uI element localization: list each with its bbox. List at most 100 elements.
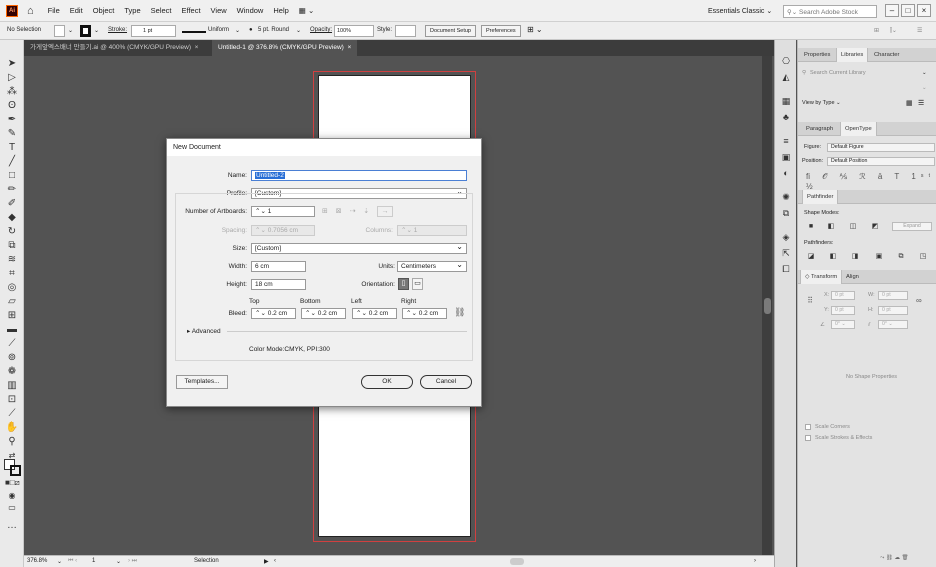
bleed-link-icon[interactable]: ⛓ [454,307,465,318]
eyedropper-tool-icon[interactable]: ⟋ [5,338,19,350]
gradient-tool-icon[interactable]: ▬ [5,324,19,336]
library-filter-dropdown-icon[interactable]: ⌄ [922,85,927,91]
menu-help[interactable]: Help [273,6,288,15]
stroke-dropdown-icon[interactable]: ⌄ [94,27,99,34]
graphic-styles-icon[interactable]: ⧉ [780,208,792,218]
menu-window[interactable]: Window [237,6,264,15]
swatches-icon[interactable]: ▦ [780,96,792,106]
height-input[interactable]: 18 cm [251,279,306,290]
stroke-weight-field[interactable]: 1 pt [131,25,176,37]
zoom-level[interactable]: 376.8% [27,558,47,564]
appearance-icon[interactable]: ✺ [780,192,792,202]
tab-opentype[interactable]: OpenType [840,122,877,136]
stroke-color-swatch[interactable] [10,465,21,476]
shape-builder-tool-icon[interactable]: ◎ [5,282,19,294]
shear-angle-field[interactable]: 0° ⌄ [878,320,908,329]
bleed-right-input[interactable]: ⌃⌄ 0.2 cm [402,308,447,319]
scale-strokes-checkbox[interactable] [805,435,811,441]
artboard-number[interactable]: 1 [92,558,95,564]
landscape-orientation-button[interactable]: ▭ [412,278,423,290]
w-field[interactable]: 0 pt [878,291,908,300]
brush-dropdown-icon[interactable]: ⌄ [296,27,301,34]
templates-button[interactable]: Templates... [176,375,228,389]
artboard-dropdown-icon[interactable]: ⌄ [116,558,121,565]
menu-type[interactable]: Type [124,6,140,15]
layers-icon[interactable]: ◈ [780,232,792,242]
column-graph-tool-icon[interactable]: ▥ [5,380,19,392]
perspective-grid-tool-icon[interactable]: ▱ [5,296,19,308]
library-search-input[interactable]: Search Current Library [810,70,866,76]
menu-view[interactable]: View [211,6,227,15]
transparency-icon[interactable]: ◐ [780,168,792,178]
brush-definition-label[interactable]: 5 pt. Round [258,27,289,33]
list-view-icon[interactable]: ☰ [918,99,924,107]
scroll-right-icon[interactable]: › [754,558,756,564]
paintbrush-tool-icon[interactable]: ✏ [5,184,19,196]
direct-selection-tool-icon[interactable]: ▷ [5,72,19,84]
width-input[interactable]: 6 cm [251,261,306,272]
libraries-icon[interactable]: ⎔ [780,56,792,66]
reference-point-icon[interactable]: ⠿ [805,296,815,305]
opacity-field[interactable]: 100% [334,25,374,37]
magic-wand-tool-icon[interactable]: ⁂ [5,86,19,98]
bleed-bottom-input[interactable]: ⌃⌄ 0.2 cm [301,308,346,319]
close-button[interactable]: × [917,4,931,17]
cancel-button[interactable]: Cancel [420,375,472,389]
columns-input[interactable]: ⌃⌄ 1 [397,225,467,236]
panel-footer-icons[interactable]: ⤳ ⛓ ☁ 🗑 [880,555,908,562]
stock-search-input[interactable]: ⚲⌄ Search Adobe Stock [783,5,877,18]
y-field[interactable]: 0 pt [831,306,855,315]
x-field[interactable]: 0 pt [831,291,855,300]
tab-pathfinder[interactable]: Pathfinder [802,190,839,204]
arrange-icon[interactable]: ⊞ [874,27,879,34]
minimize-button[interactable]: – [885,4,899,17]
menu-effect[interactable]: Effect [182,6,201,15]
artboards-icon[interactable]: ⇱ [780,248,792,258]
zoom-tool-icon[interactable]: ⚲ [5,436,19,448]
slice-tool-icon[interactable]: ⟋ [5,408,19,420]
trim-icon[interactable]: ◧ [828,252,838,261]
style-dropdown[interactable] [395,25,416,37]
view-by-dropdown[interactable]: View by Type ⌄ [802,100,841,106]
home-icon[interactable]: ⌂ [27,5,34,17]
artboard-layout-icons[interactable]: ⊞ ⊠ ⇢ ⇣ [322,207,372,215]
position-dropdown[interactable]: Default Position [827,157,935,166]
tab-libraries[interactable]: Libraries [836,48,869,62]
maximize-button[interactable]: □ [901,4,915,17]
edit-toolbar-icon[interactable]: … [5,520,19,532]
stroke-icon[interactable]: ≡ [780,136,792,146]
color-mode-icons[interactable]: ■□⧄ [5,477,20,489]
ok-button[interactable]: OK [361,375,413,389]
shaper-tool-icon[interactable]: ✐ [5,198,19,210]
intersect-icon[interactable]: ◫ [848,222,858,231]
outline-icon[interactable]: ⧉ [896,252,906,261]
lasso-tool-icon[interactable]: ʘ [5,100,19,112]
panel-toggle-icon[interactable]: ⫿⌄ [890,27,897,35]
menu-object[interactable]: Object [93,6,115,15]
opacity-label[interactable]: Opacity: [310,27,332,33]
curvature-tool-icon[interactable]: ✎ [5,128,19,140]
artboard-direction-icon[interactable]: → [377,206,393,217]
hand-tool-icon[interactable]: ✋ [5,422,19,434]
advanced-toggle[interactable]: ▸ Advanced [187,327,221,335]
first-artboard-icon[interactable]: ⏮ ‹ [68,558,77,565]
workspace-switcher[interactable]: Essentials Classic ⌄ [708,7,772,15]
free-transform-tool-icon[interactable]: ⌗ [5,268,19,280]
stroke-label[interactable]: Stroke: [108,27,127,33]
vertical-scroll-thumb[interactable] [764,298,771,314]
tab-paragraph[interactable]: Paragraph [802,122,837,136]
asset-export-icon[interactable]: ⧠ [780,264,792,274]
units-dropdown[interactable]: Centimeters [397,260,467,272]
menu-icon[interactable]: ☰ [917,27,922,34]
minus-back-icon[interactable]: ◳ [918,252,928,261]
horizontal-scroll-thumb[interactable] [510,558,524,565]
menu-edit[interactable]: Edit [70,6,83,15]
stroke-profile-label[interactable]: Uniform [208,27,229,33]
unite-icon[interactable]: ■ [806,222,816,231]
merge-icon[interactable]: ◨ [850,252,860,261]
scale-tool-icon[interactable]: ⧉ [5,240,19,252]
tab-align[interactable]: Align [842,270,863,284]
blend-tool-icon[interactable]: ⊚ [5,352,19,364]
preferences-button[interactable]: Preferences [481,25,521,37]
name-input[interactable]: Untitled-2 [251,170,467,181]
